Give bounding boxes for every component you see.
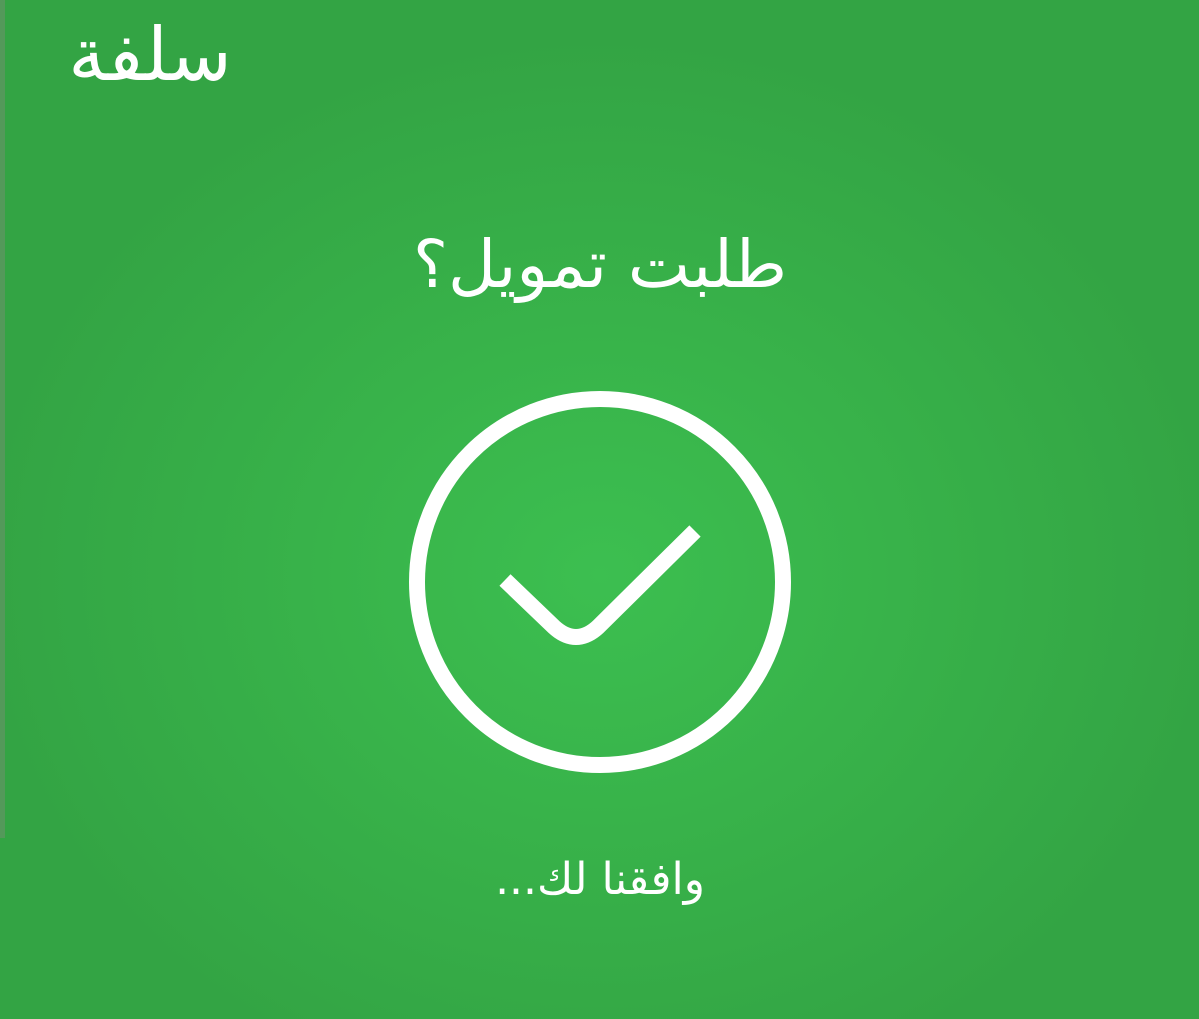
page-title: طلبت تمويل؟ (412, 226, 788, 303)
check-circle-icon (404, 386, 796, 778)
check-circle-ring (409, 391, 791, 773)
approval-screen: سلفة طلبت تمويل؟ وافقنا لك... (0, 0, 1199, 1019)
brand-logo: سلفة (68, 12, 232, 98)
checkmark (499, 525, 701, 645)
approval-message: وافقنا لك... (495, 854, 705, 905)
left-edge-divider (0, 0, 5, 838)
